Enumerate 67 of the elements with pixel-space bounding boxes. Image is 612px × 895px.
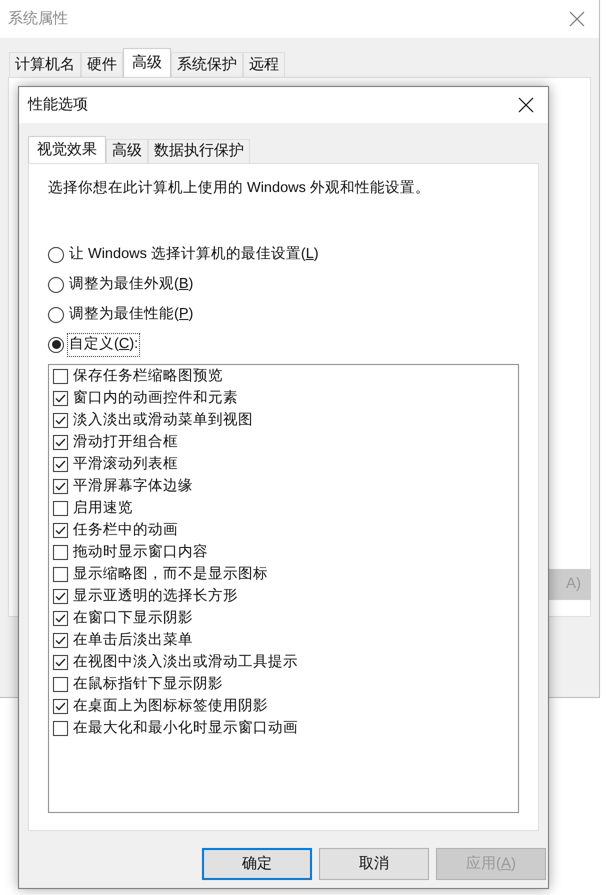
radio-label[interactable]: 调整为最佳外观(B) [67, 274, 196, 296]
radio-label[interactable]: 调整为最佳性能(P) [67, 304, 196, 326]
checkbox-label[interactable]: 在单击后淡出菜单 [73, 630, 193, 652]
checkbox[interactable] [53, 567, 68, 582]
checkbox-label[interactable]: 淡入淡出或滑动菜单到视图 [73, 410, 253, 432]
checkmark-icon [55, 526, 66, 536]
tab[interactable]: 视觉效果 [28, 136, 106, 163]
checkbox-label[interactable]: 在视图中淡入淡出或滑动工具提示 [73, 652, 298, 674]
checkbox-label[interactable]: 显示缩略图，而不是显示图标 [73, 564, 268, 586]
tab[interactable]: 数据执行保护 [148, 139, 250, 163]
description-text: 选择你想在此计算机上使用的 Windows 外观和性能设置。 [48, 179, 431, 198]
tab[interactable]: 硬件 [81, 52, 123, 77]
radio-label[interactable]: 自定义(C): [67, 332, 140, 357]
checkbox[interactable] [53, 457, 68, 472]
checkbox[interactable] [53, 633, 68, 648]
checkmark-icon [55, 636, 66, 646]
checkbox-label[interactable]: 显示亚透明的选择长方形 [73, 586, 238, 608]
checkbox[interactable] [53, 479, 68, 494]
close-icon[interactable] [518, 97, 534, 113]
checkbox[interactable] [53, 611, 68, 626]
checkbox-label[interactable]: 启用速览 [73, 498, 133, 520]
checkmark-icon [55, 394, 66, 404]
checkbox[interactable] [53, 655, 68, 670]
radio-button[interactable] [48, 246, 64, 263]
checkbox[interactable] [53, 369, 68, 384]
checkbox-label[interactable]: 拖动时显示窗口内容 [73, 542, 208, 564]
dialog-button[interactable]: 取消 [319, 848, 429, 880]
tab[interactable]: 系统保护 [171, 52, 243, 77]
checkbox[interactable] [53, 677, 68, 692]
tab[interactable]: 高级 [123, 48, 171, 77]
checkbox-label[interactable]: 在窗口下显示阴影 [73, 608, 193, 630]
checkbox[interactable] [53, 391, 68, 406]
checkbox[interactable] [53, 413, 68, 428]
checkbox[interactable] [53, 699, 68, 714]
checkbox[interactable] [53, 721, 68, 736]
tab[interactable]: 计算机名 [9, 52, 81, 77]
checkbox-label[interactable]: 滑动打开组合框 [73, 432, 178, 454]
checkbox[interactable] [53, 589, 68, 604]
checkmark-icon [55, 702, 66, 712]
checkbox[interactable] [53, 545, 68, 560]
checkbox[interactable] [53, 435, 68, 450]
radio-label[interactable]: 让 Windows 选择计算机的最佳设置(L) [67, 244, 321, 266]
window-title: 系统属性 [8, 8, 68, 29]
checkmark-icon [55, 416, 66, 426]
checkbox[interactable] [53, 501, 68, 516]
checkmark-icon [55, 460, 66, 470]
checkbox-label[interactable]: 平滑屏幕字体边缘 [73, 476, 193, 498]
radio-button[interactable] [48, 306, 64, 323]
tab[interactable]: 远程 [243, 52, 285, 77]
checkbox-label[interactable]: 窗口内的动画控件和元素 [73, 388, 238, 410]
checkmark-icon [55, 614, 66, 624]
checkmark-icon [55, 482, 66, 492]
checkbox-label[interactable]: 任务栏中的动画 [73, 520, 178, 542]
checkbox-label[interactable]: 在鼠标指针下显示阴影 [73, 674, 223, 696]
dialog-title: 性能选项 [28, 94, 88, 115]
checkmark-icon [55, 592, 66, 602]
checkmark-icon [55, 438, 66, 448]
radio-button[interactable] [48, 276, 64, 293]
tab[interactable]: 高级 [106, 139, 148, 163]
checkbox-label[interactable]: 在桌面上为图标标签使用阴影 [73, 696, 268, 718]
checkbox-label[interactable]: 保存任务栏缩略图预览 [73, 366, 223, 388]
checkmark-icon [55, 658, 66, 668]
dialog-button[interactable]: 确定 [202, 848, 312, 880]
checkbox-label[interactable]: 平滑滚动列表框 [73, 454, 178, 476]
checkbox[interactable] [53, 523, 68, 538]
checkbox-label[interactable]: 在最大化和最小化时显示窗口动画 [73, 718, 298, 740]
radio-button[interactable] [48, 336, 64, 353]
